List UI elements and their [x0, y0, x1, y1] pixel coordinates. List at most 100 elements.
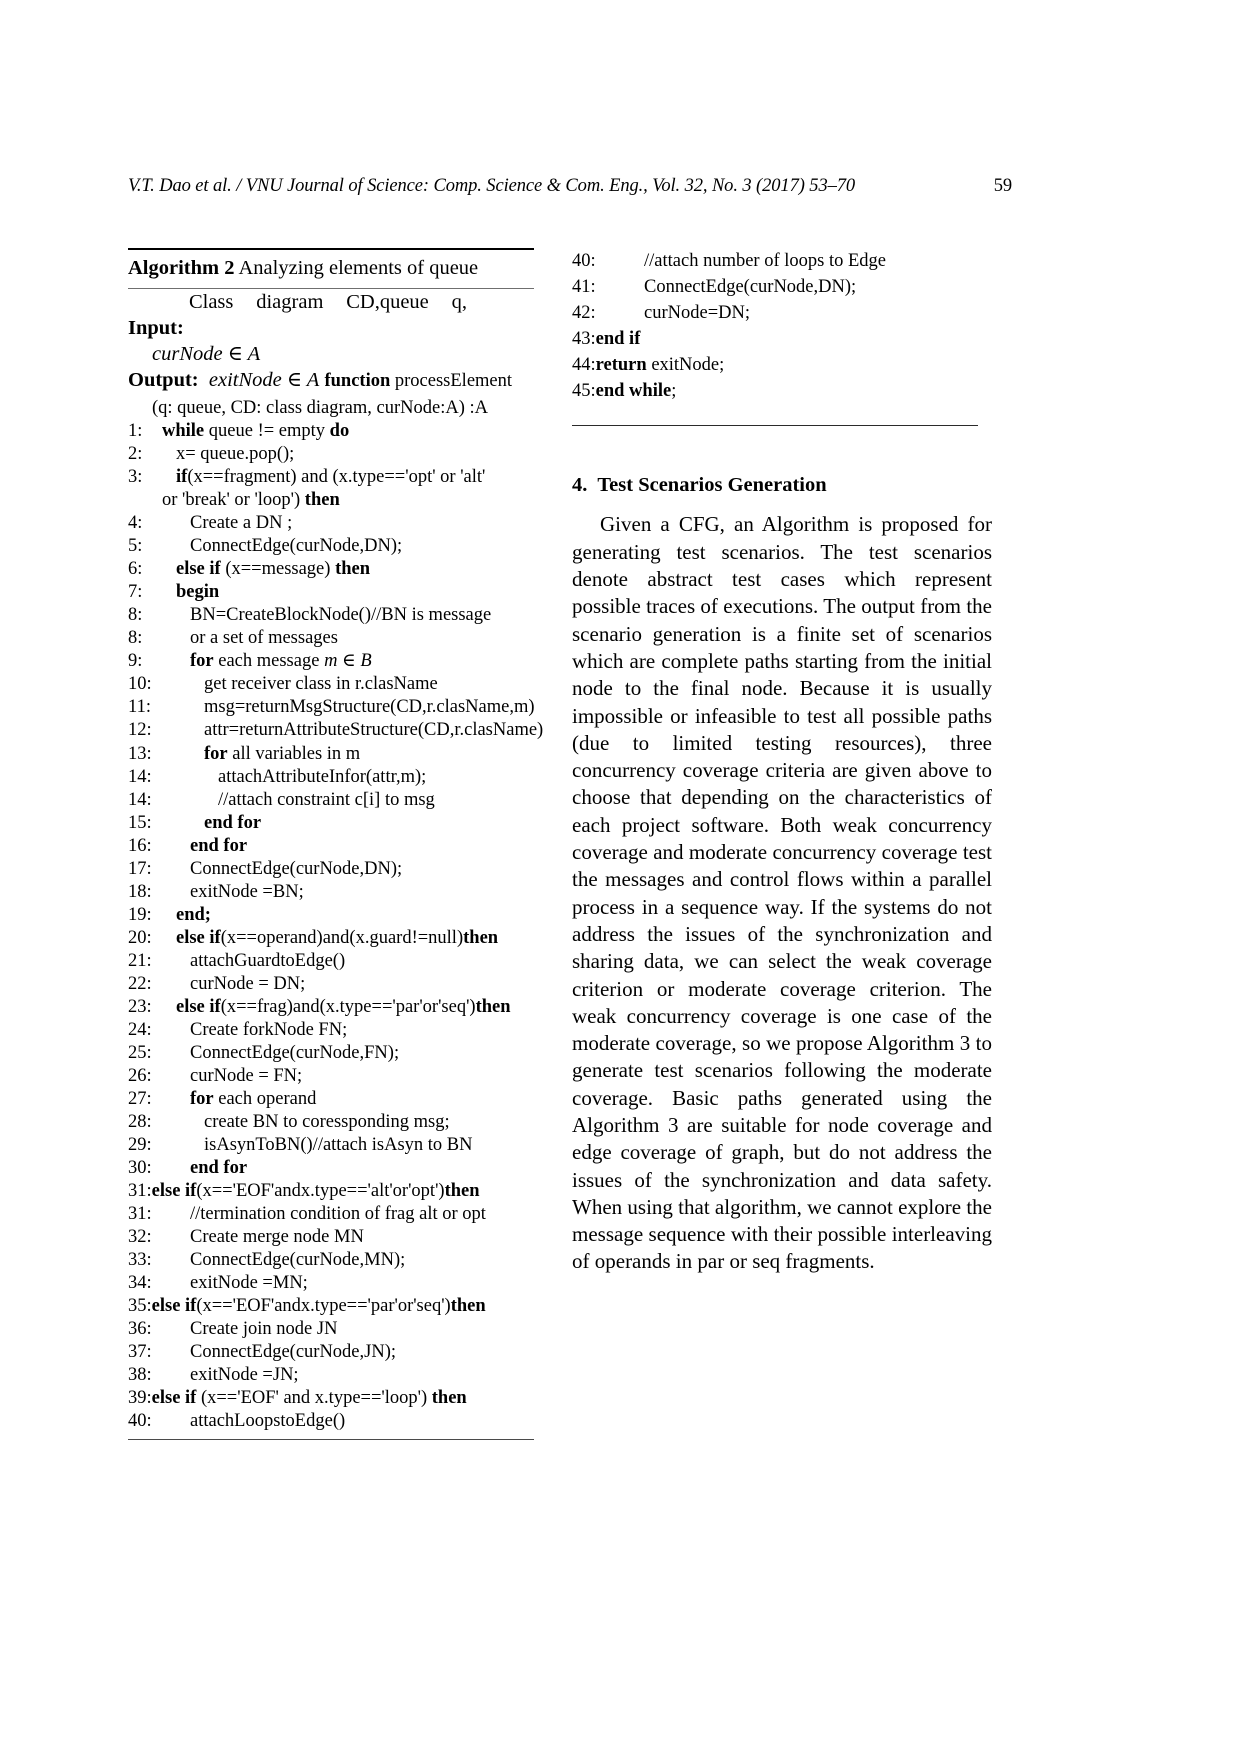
- algorithm-line: 17: ConnectEdge(curNode,DN);: [128, 858, 548, 881]
- algorithm-line: 9: for each message m ∈ B: [128, 650, 548, 673]
- algorithm-line-segment: end if: [595, 329, 641, 350]
- algorithm-line-segment: end for: [190, 1158, 248, 1179]
- algorithm-label: Algorithm 2: [128, 257, 235, 279]
- algorithm-line-segment: for: [190, 1088, 214, 1109]
- algorithm-line-segment: queue != empty: [208, 421, 330, 442]
- input-label: Input:: [128, 316, 184, 339]
- algorithm-line-number: 8:: [128, 605, 143, 626]
- algorithm-continuation: 40: //attach number of loops to Edge 41: Co…: [572, 248, 992, 404]
- section-heading: 4. Test Scenarios Generation: [572, 474, 992, 497]
- page-number: 59: [993, 176, 1012, 196]
- algorithm-line-number: 26:: [128, 1065, 152, 1086]
- algorithm-line-segment: (x=='EOF' and x.type=='loop'): [196, 1388, 432, 1409]
- algorithm-line-segment: then: [444, 1181, 480, 1202]
- algorithm-line: 28: create BN to coressponding msg;: [128, 1111, 548, 1134]
- algorithm-line-segment: then: [431, 1388, 467, 1409]
- algorithm-line-segment: attr=returnAttributeStructure(CD,r.clasN…: [204, 720, 544, 741]
- algorithm-line-segment: (x==frag)and(x.type=='par'or'seq'): [220, 996, 476, 1017]
- algorithm-line-segment: if: [176, 467, 188, 488]
- algorithm-line-segment: ConnectEdge(curNode,DN);: [190, 536, 403, 557]
- output-label: Output:: [128, 369, 199, 392]
- algorithm-line-segment: or a set of messages: [190, 628, 338, 649]
- algorithm-line-number: 40:: [128, 1411, 152, 1432]
- algorithm-line-segment: begin: [176, 582, 220, 603]
- algorithm-line-segment: each message: [213, 651, 325, 672]
- algorithm-line-segment: (x=='EOF'andx.type=='alt'or'opt'): [196, 1181, 445, 1202]
- algorithm-line: 40: attachLoopstoEdge(): [128, 1410, 548, 1433]
- running-head: 59 V.T. Dao et al. / VNU Journal of Scie…: [128, 176, 1012, 197]
- algorithm-line-segment: (x=='EOF'andx.type=='par'or'seq'): [196, 1296, 451, 1317]
- algorithm-line: 20: else if(x==operand)and(x.guard!=null)…: [128, 927, 548, 950]
- algorithm-line-segment: then: [450, 1296, 486, 1317]
- algorithm-title: Algorithm 2 Analyzing elements of queue: [128, 250, 548, 286]
- algorithm-line-segment: m ∈ B: [324, 651, 372, 672]
- algorithm-line-number: 1:: [128, 421, 143, 442]
- algorithm-line: 14: //attach constraint c[i] to msg: [128, 789, 548, 812]
- algorithm-line-number: 8:: [128, 628, 143, 649]
- algorithm-line: 8: BN=CreateBlockNode()//BN is message: [128, 604, 548, 627]
- algorithm-line-segment: end;: [176, 904, 211, 925]
- algorithm-line: 7: begin: [128, 581, 548, 604]
- output-value: exitNode ∈ A: [208, 369, 320, 392]
- algorithm-line-segment: exitNode;: [646, 355, 725, 376]
- algorithm-line: 43:end if: [572, 326, 992, 352]
- algorithm-line-segment: else if: [151, 1181, 197, 1202]
- algorithm-line-number: 7:: [128, 582, 143, 603]
- algorithm-line: 13: for all variables in m: [128, 743, 548, 766]
- algorithm-line-segment: then: [304, 490, 340, 511]
- algorithm-line-number: 11:: [128, 697, 151, 718]
- algorithm-line-number: 15:: [128, 812, 152, 833]
- algorithm-line: 38: exitNode =JN;: [128, 1364, 548, 1387]
- algorithm-input-row: Input: Class diagram CD,queue q, curNode…: [128, 289, 548, 368]
- algorithm-line-segment: curNode = FN;: [190, 1065, 303, 1086]
- algorithm-line-number: 12:: [128, 720, 152, 741]
- algorithm-line-number: 9:: [128, 651, 143, 672]
- algorithm-line-segment: Create join node JN: [190, 1319, 338, 1340]
- algorithm-line-number: 18:: [128, 881, 152, 902]
- input-token: diagram: [256, 290, 324, 313]
- algorithm-line: 8: or a set of messages: [128, 627, 548, 650]
- algorithm-line: 26: curNode = FN;: [128, 1065, 548, 1088]
- algorithm-line-segment: end while: [595, 381, 672, 402]
- algorithm-line-segment: end for: [190, 835, 248, 856]
- algorithm-line: 30: end for: [128, 1157, 548, 1180]
- algorithm-line-segment: isAsynToBN()//attach isAsyn to BN: [204, 1135, 473, 1156]
- algorithm-line-segment: curNode = DN;: [190, 973, 306, 994]
- algorithm-line-number: 36:: [128, 1319, 152, 1340]
- algorithm-rule-bottom: [128, 1439, 534, 1441]
- algorithm-line-segment: for: [204, 743, 228, 764]
- algorithm-line-segment: msg=returnMsgStructure(CD,r.clasName,m): [204, 697, 535, 718]
- algorithm-line: 23: else if(x==frag)and(x.type=='par'or's…: [128, 996, 548, 1019]
- algorithm-line-segment: (x==message): [220, 559, 336, 580]
- algorithm-line: 4: Create a DN ;: [128, 512, 548, 535]
- algorithm-line-number: 42:: [572, 303, 596, 324]
- algorithm-line-number: 39:: [128, 1388, 152, 1409]
- algorithm-line-list: 1: while queue != empty do 2: x= queue.pop(…: [128, 420, 548, 1433]
- algorithm-line-number: 23:: [128, 996, 152, 1017]
- algorithm-line-segment: else if: [176, 559, 221, 580]
- algorithm-line-number: 31:: [128, 1204, 152, 1225]
- algorithm-line-segment: Create merge node MN: [190, 1227, 364, 1248]
- algorithm-line-number: 25:: [128, 1042, 152, 1063]
- algorithm-line-number: 24:: [128, 1019, 152, 1040]
- algorithm-line-segment: each operand: [213, 1088, 317, 1109]
- algorithm-line-segment: curNode=DN;: [644, 303, 750, 324]
- algorithm-line-segment: attachAttributeInfor(attr,m);: [218, 766, 427, 787]
- algorithm-line: 6: else if (x==message) then: [128, 558, 548, 581]
- algorithm-line-number: 29:: [128, 1135, 152, 1156]
- algorithm-line-segment: then: [463, 927, 499, 948]
- right-column: 40: //attach number of loops to Edge 41: Co…: [572, 248, 992, 1276]
- algorithm-line-segment: while: [162, 421, 209, 442]
- algorithm-line-segment: ConnectEdge(curNode,FN);: [190, 1042, 400, 1063]
- algorithm-line-number: 41:: [572, 277, 596, 298]
- algorithm-line: 25: ConnectEdge(curNode,FN);: [128, 1042, 548, 1065]
- algorithm-line-number: 2:: [128, 444, 143, 465]
- algorithm-line: or 'break' or 'loop') then: [128, 489, 548, 512]
- algorithm-line-segment: Create forkNode FN;: [190, 1019, 348, 1040]
- algorithm-line: 27: for each operand: [128, 1088, 548, 1111]
- algorithm-line-segment: else if: [176, 996, 221, 1017]
- algorithm-line-segment: ConnectEdge(curNode,DN);: [644, 277, 857, 298]
- algorithm-line: 11: msg=returnMsgStructure(CD,r.clasName,…: [128, 696, 548, 719]
- algorithm-line: 32: Create merge node MN: [128, 1226, 548, 1249]
- algorithm-line-segment: ConnectEdge(curNode,MN);: [190, 1250, 406, 1271]
